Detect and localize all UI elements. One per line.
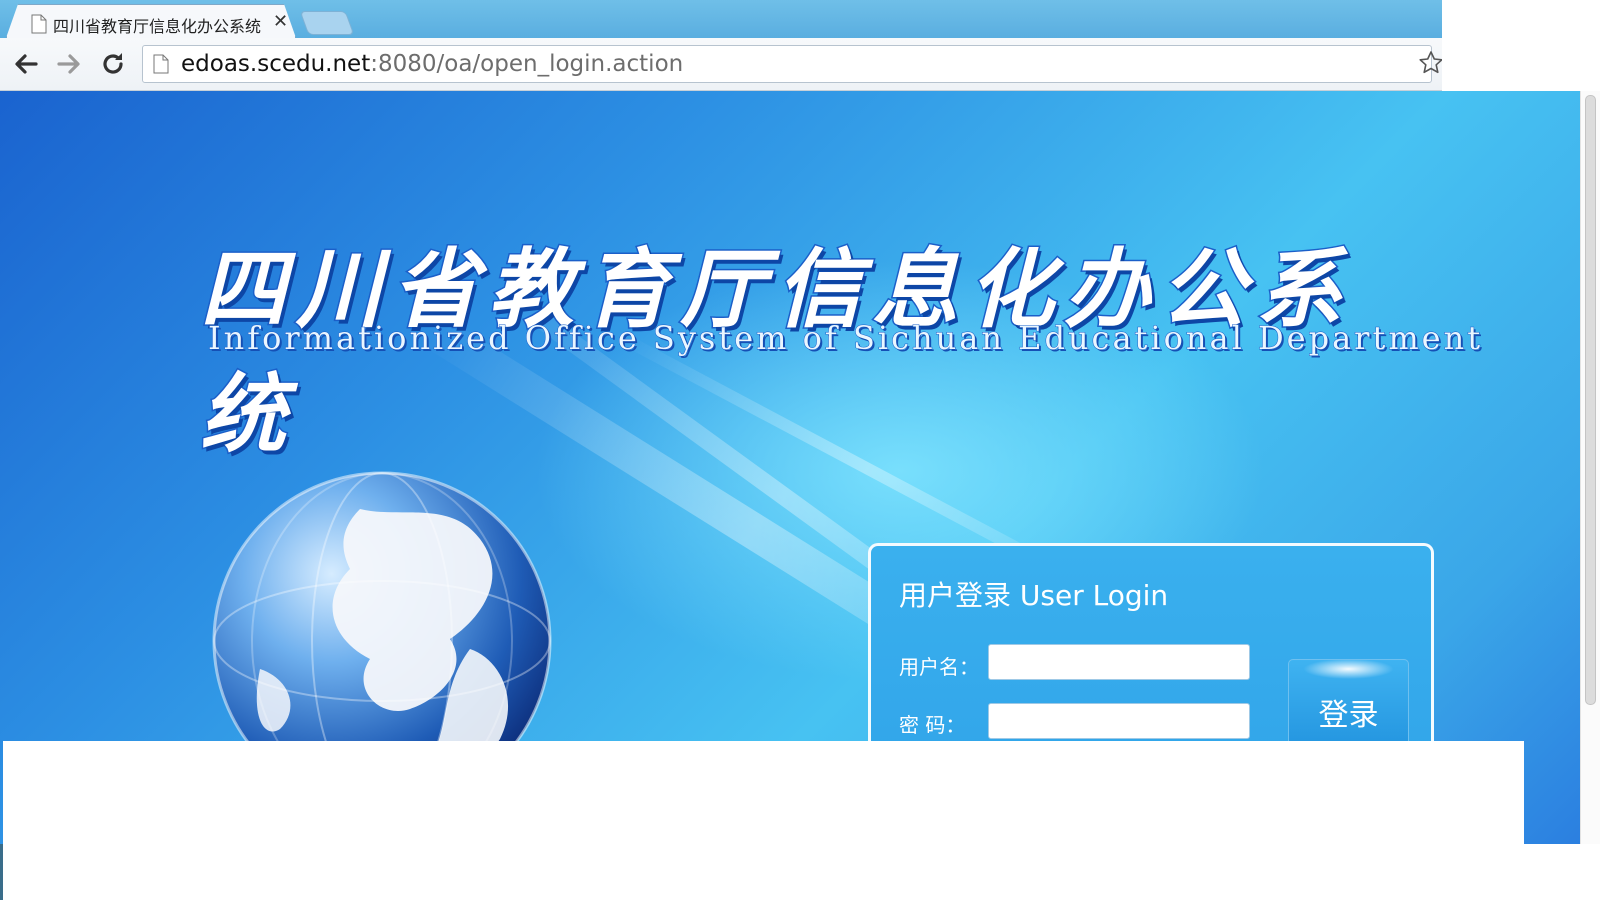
window-edge [0,844,3,900]
username-label: 用户名： [899,655,979,679]
tab-title: 四川省教育厅信息化办公系统 [53,17,262,36]
page-icon [153,54,169,78]
scrollbar-thumb[interactable] [1585,95,1596,705]
close-icon[interactable]: ✕ [273,11,288,32]
forward-arrow-icon[interactable] [55,50,83,78]
url-host: edoas.scedu.net [181,51,371,77]
login-title: 用户登录 User Login [899,579,1169,612]
password-input[interactable] [988,703,1250,739]
blank-region [3,741,1524,900]
back-arrow-icon[interactable] [12,50,40,78]
blank-region [1524,844,1600,900]
address-bar[interactable]: edoas.scedu.net:8080/oa/open_login.actio… [142,45,1432,83]
browser-toolbar: edoas.scedu.net:8080/oa/open_login.actio… [0,38,1442,91]
browser-tab-strip: 四川省教育厅信息化办公系统 ✕ [0,0,1442,38]
page-subtitle: Informationized Office System of Sichuan… [207,319,1484,358]
url-path: :8080/oa/open_login.action [370,51,684,77]
blank-region [1442,0,1600,91]
browser-tab[interactable]: 四川省教育厅信息化办公系统 ✕ [6,4,296,38]
page-icon [31,14,47,38]
login-page: 四川省教育厅信息化办公系统 Informationized Office Sys… [0,91,1580,844]
new-tab-button[interactable] [299,11,355,35]
scrollbar[interactable] [1580,91,1600,844]
password-label: 密 码： [899,713,966,737]
reload-icon[interactable] [99,50,127,78]
username-input[interactable] [988,644,1250,680]
star-icon[interactable] [1418,50,1444,80]
url-text: edoas.scedu.net:8080/oa/open_login.actio… [181,51,683,77]
